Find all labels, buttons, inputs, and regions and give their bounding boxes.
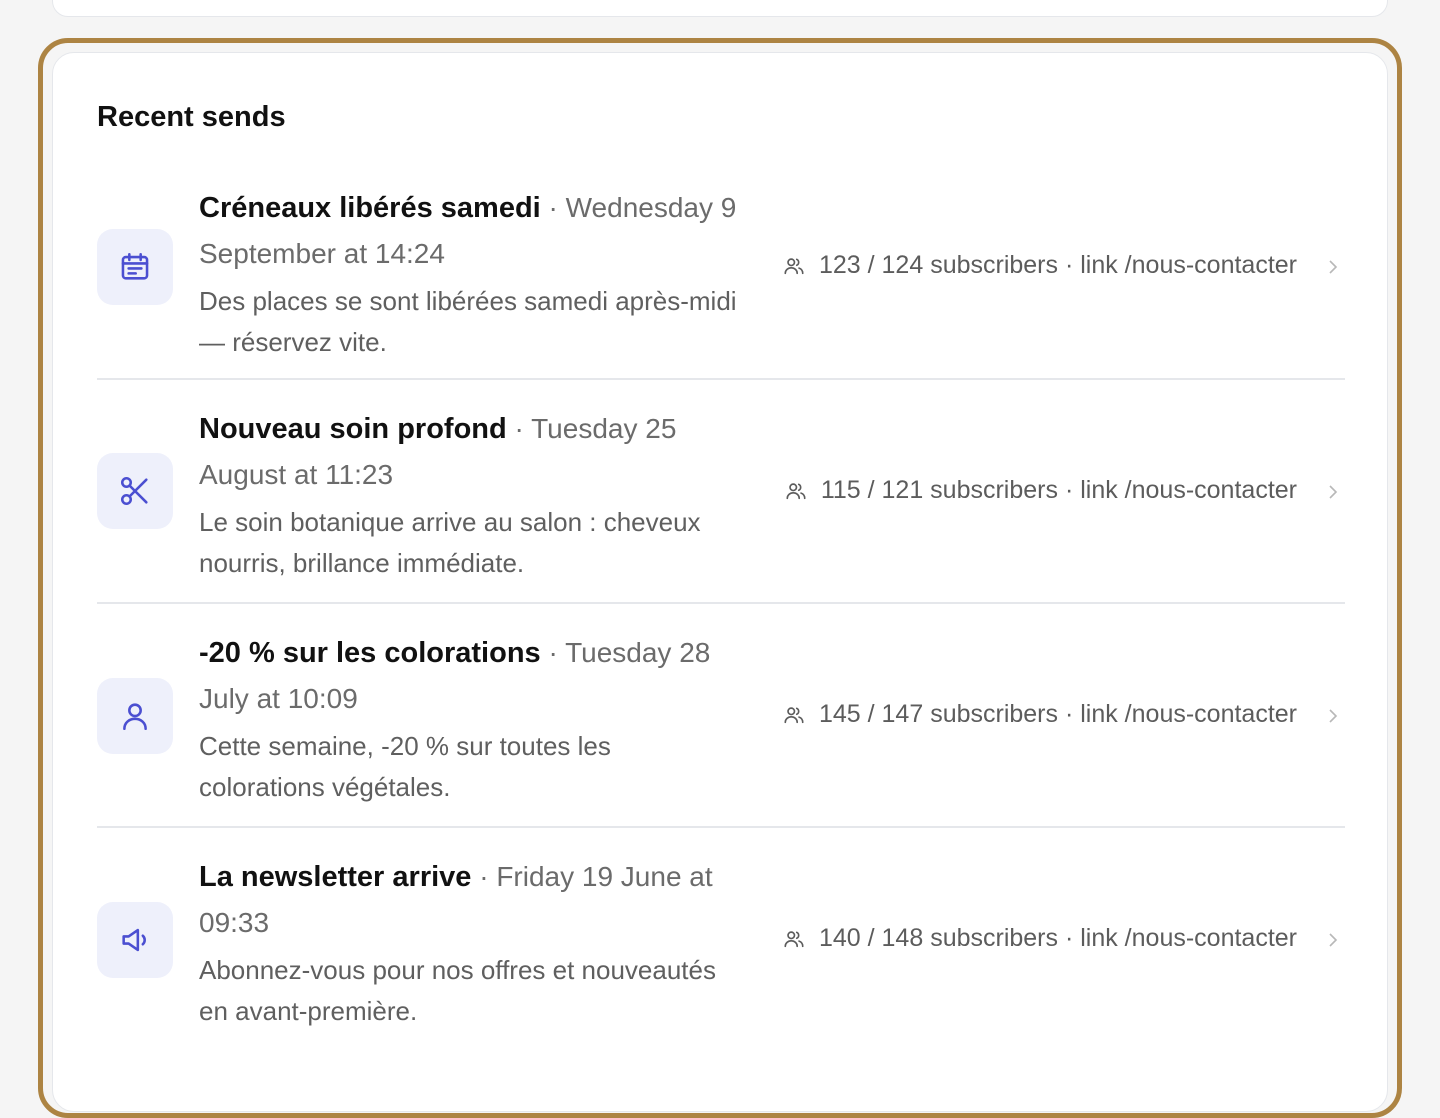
send-row[interactable]: Créneaux libérés samedi · Wednesday 9 Se… (97, 181, 1345, 380)
user-icon (97, 678, 173, 754)
send-meta: 140 / 148 subscribers · link /nous-conta… (783, 924, 1297, 953)
send-body: Abonnez-vous pour nos offres et nouveaut… (199, 955, 716, 1026)
previous-card (52, 0, 1388, 17)
recent-sends-card: Recent sends Créneaux libérés samedi · W… (52, 52, 1388, 1112)
send-meta: 123 / 124 subscribers · link /nous-conta… (783, 251, 1297, 280)
send-body: Des places se sont libérées samedi après… (199, 286, 737, 357)
send-row[interactable]: Nouveau soin profond · Tuesday 25 August… (97, 380, 1345, 604)
send-body: Le soin botanique arrive au salon : chev… (199, 507, 701, 578)
send-meta-text: 145 / 147 subscribers · link /nous-conta… (818, 700, 1297, 728)
megaphone-icon (97, 902, 173, 978)
send-row[interactable]: La newsletter arrive · Friday 19 June at… (97, 828, 1345, 1052)
users-icon (786, 482, 806, 499)
send-text: Nouveau soin profond · Tuesday 25 August… (199, 406, 739, 584)
send-text: La newsletter arrive · Friday 19 June at… (199, 854, 739, 1032)
send-meta-text: 140 / 148 subscribers · link /nous-conta… (818, 924, 1297, 952)
send-body: Cette semaine, -20 % sur toutes les colo… (199, 731, 611, 802)
send-title: Nouveau soin profond (199, 413, 507, 445)
section-title: Recent sends (97, 101, 286, 133)
send-meta-text: 123 / 124 subscribers · link /nous-conta… (818, 251, 1297, 279)
calendar-icon (97, 229, 173, 305)
chevron-right-icon (1329, 933, 1338, 947)
send-title: La newsletter arrive (199, 861, 472, 893)
send-meta-text: 115 / 121 subscribers · link /nous-conta… (820, 476, 1297, 504)
send-text: Créneaux libérés samedi · Wednesday 9 Se… (199, 185, 739, 363)
users-icon (784, 706, 804, 723)
send-title: Créneaux libérés samedi (199, 192, 541, 224)
send-text: -20 % sur les colorations · Tuesday 28 J… (199, 630, 739, 808)
users-icon (784, 930, 804, 947)
send-meta: 145 / 147 subscribers · link /nous-conta… (783, 700, 1297, 729)
chevron-right-icon (1329, 485, 1338, 499)
send-meta: 115 / 121 subscribers · link /nous-conta… (785, 476, 1297, 505)
scissors-icon (97, 453, 173, 529)
chevron-right-icon (1329, 260, 1338, 274)
send-row[interactable]: -20 % sur les colorations · Tuesday 28 J… (97, 604, 1345, 828)
users-icon (784, 257, 804, 274)
chevron-right-icon (1329, 709, 1338, 723)
send-title: -20 % sur les colorations (199, 637, 541, 669)
